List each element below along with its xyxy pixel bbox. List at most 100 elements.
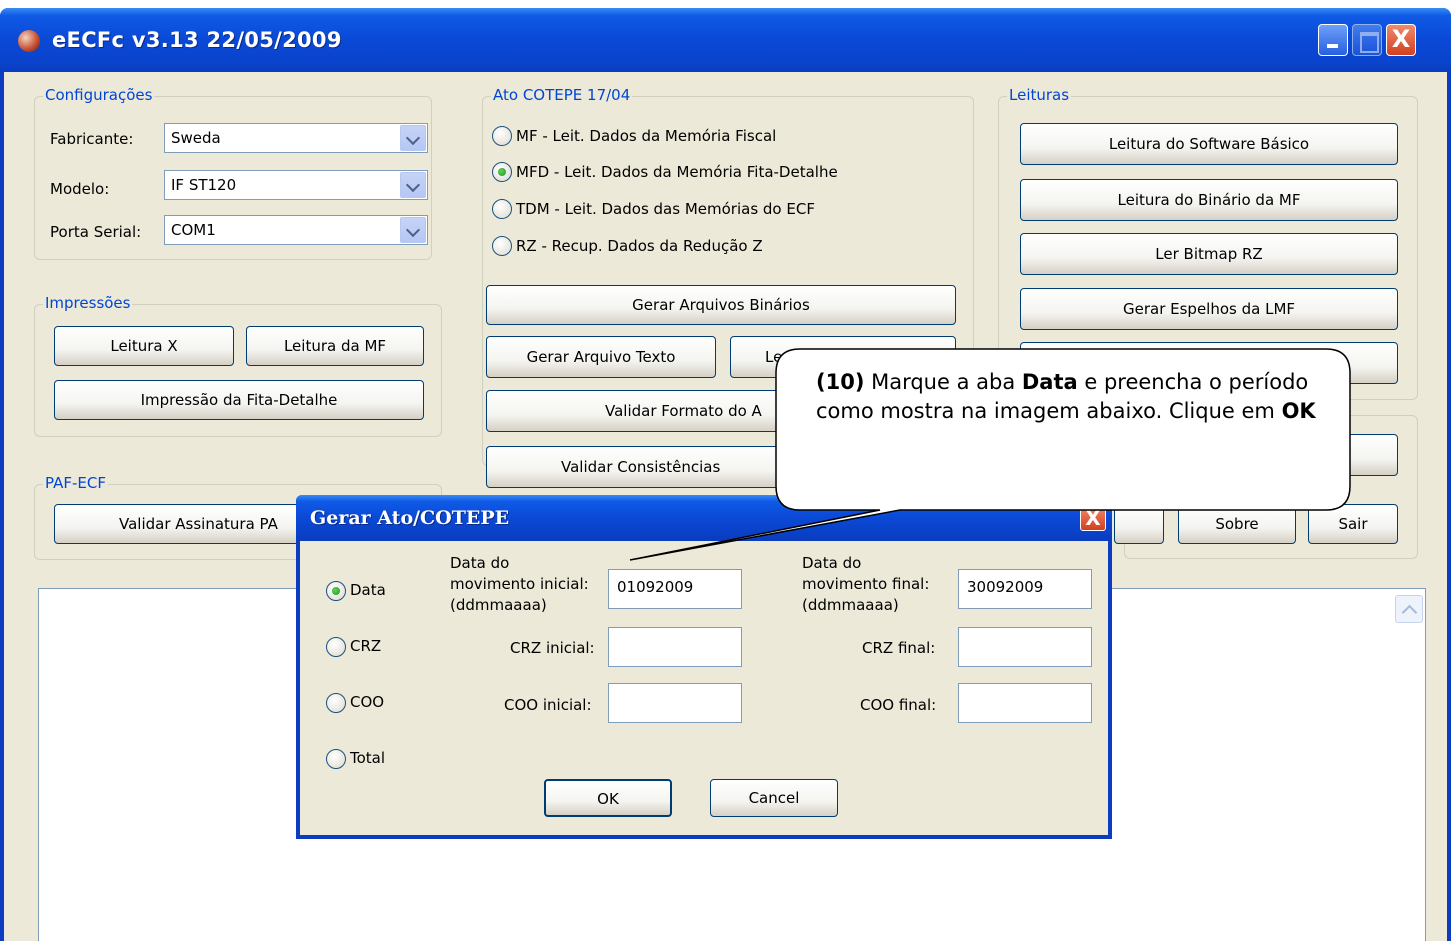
gerar-texto-label: Gerar Arquivo Texto [526, 348, 676, 366]
chevron-down-icon[interactable] [400, 125, 426, 151]
fabricante-label: Fabricante: [50, 130, 134, 148]
callout-text: (10) Marque a aba Data e preencha o perí… [816, 368, 1336, 426]
scroll-up-icon[interactable] [1395, 595, 1423, 623]
data-final-input[interactable]: 30092009 [958, 569, 1092, 609]
hidden-button[interactable] [1114, 504, 1164, 544]
utility-button[interactable] [1308, 434, 1398, 476]
maximize-button[interactable] [1352, 24, 1382, 56]
data-final-label-3: (ddmmaaaa) [802, 596, 899, 614]
gerar-ato-cotepe-dialog: Gerar Ato/COTEPE X Data CRZ COO Total Da… [296, 495, 1112, 839]
radio-mf-label: MF - Leit. Dados da Memória Fiscal [516, 127, 777, 145]
ok-button[interactable]: OK [544, 779, 672, 817]
leitura-mf-label: Leitura da MF [283, 337, 387, 355]
leitura-binario-mf-button[interactable]: Leitura do Binário da MF [1020, 179, 1398, 221]
gerar-texto-button[interactable]: Gerar Arquivo Texto [486, 336, 716, 378]
radio-crz[interactable] [326, 637, 346, 657]
leitura-binario-mf-label: Leitura do Binário da MF [1117, 191, 1301, 209]
callout-text-1: Marque a aba [864, 370, 1022, 394]
data-inicial-label-1: Data do [450, 554, 510, 572]
modelo-select[interactable]: IF ST120 [164, 170, 428, 200]
crz-final-label: CRZ final: [862, 639, 936, 657]
radio-total[interactable] [326, 749, 346, 769]
data-final-label-2: movimento final: [802, 575, 930, 593]
data-inicial-label-3: (ddmmaaaa) [450, 596, 547, 614]
callout-bold-ok: OK [1281, 399, 1316, 423]
fabricante-select[interactable]: Sweda [164, 123, 428, 153]
configuracoes-legend: Configurações [43, 86, 155, 104]
fita-detalhe-label: Impressão da Fita-Detalhe [140, 391, 338, 409]
porta-serial-select[interactable]: COM1 [164, 215, 428, 245]
callout-bold-data: Data [1021, 370, 1078, 394]
dialog-title: Gerar Ato/COTEPE [310, 507, 510, 529]
callout-step: (10) [816, 370, 865, 394]
impressoes-legend: Impressões [43, 294, 133, 312]
dialog-body: Data CRZ COO Total Data do movimento ini… [300, 541, 1108, 835]
ato-cotepe-legend: Ato COTEPE 17/04 [491, 86, 633, 104]
radio-mfd[interactable] [492, 162, 512, 182]
gerar-binarios-button[interactable]: Gerar Arquivos Binários [486, 285, 956, 325]
radio-data-label: Data [350, 581, 386, 599]
coo-final-input[interactable] [958, 683, 1092, 723]
modelo-label: Modelo: [50, 180, 110, 198]
window-title: eECFc v3.13 22/05/2009 [52, 28, 342, 52]
radio-rz[interactable] [492, 236, 512, 256]
radio-rz-label: RZ - Recup. Dados da Redução Z [516, 237, 763, 255]
validar-consistencias-label: Validar Consistências [561, 458, 721, 476]
fabricante-value: Sweda [171, 129, 221, 147]
coo-inicial-input[interactable] [608, 683, 742, 723]
crz-final-input[interactable] [958, 627, 1092, 667]
sair-label: Sair [1338, 515, 1368, 533]
data-inicial-input[interactable]: 01092009 [608, 569, 742, 609]
dialog-close-button[interactable]: X [1080, 505, 1106, 531]
radio-data[interactable] [326, 581, 346, 601]
leitura-software-basico-label: Leitura do Software Básico [1108, 135, 1310, 153]
dialog-title-bar[interactable]: Gerar Ato/COTEPE X [296, 495, 1112, 541]
ler-bitmap-rz-label: Ler Bitmap RZ [1155, 245, 1263, 263]
validar-consistencias-button[interactable]: Validar Consistências [486, 446, 786, 488]
leitura-software-basico-button[interactable]: Leitura do Software Básico [1020, 123, 1398, 165]
data-final-label-1: Data do [802, 554, 862, 572]
ler-bitmap-rz-button[interactable]: Ler Bitmap RZ [1020, 233, 1398, 275]
crz-inicial-label: CRZ inicial: [510, 639, 595, 657]
cancel-button[interactable]: Cancel [710, 779, 838, 817]
chevron-down-icon[interactable] [400, 217, 426, 243]
sair-button[interactable]: Sair [1308, 504, 1398, 544]
leituras-legend: Leituras [1007, 86, 1072, 104]
modelo-value: IF ST120 [171, 176, 237, 194]
gerar-espelhos-lmf-button[interactable]: Gerar Espelhos da LMF [1020, 288, 1398, 330]
radio-tdm[interactable] [492, 199, 512, 219]
leitura-x-button[interactable]: Leitura X [54, 326, 234, 366]
close-button[interactable]: X [1386, 24, 1416, 56]
gerar-binarios-label: Gerar Arquivos Binários [632, 296, 810, 314]
porta-serial-value: COM1 [171, 221, 216, 239]
paf-ecf-legend: PAF-ECF [43, 474, 108, 492]
crz-inicial-input[interactable] [608, 627, 742, 667]
radio-coo[interactable] [326, 693, 346, 713]
coo-inicial-label: COO inicial: [504, 696, 592, 714]
title-bar[interactable]: eECFc v3.13 22/05/2009 X [0, 8, 1451, 72]
minimize-button[interactable] [1318, 24, 1348, 56]
coo-final-label: COO final: [860, 696, 937, 714]
chevron-down-icon[interactable] [400, 172, 426, 198]
cancel-label: Cancel [748, 789, 800, 807]
close-icon: X [1391, 25, 1411, 53]
leitura-mf-button[interactable]: Leitura da MF [246, 326, 424, 366]
close-icon: X [1085, 506, 1101, 530]
sobre-label: Sobre [1215, 515, 1259, 533]
radio-total-label: Total [350, 749, 386, 767]
radio-mfd-label: MFD - Leit. Dados da Memória Fita-Detalh… [516, 163, 838, 181]
leitura-x-label: Leitura X [110, 337, 178, 355]
radio-mf[interactable] [492, 126, 512, 146]
radio-tdm-label: TDM - Leit. Dados das Memórias do ECF [516, 200, 815, 218]
data-inicial-value: 01092009 [617, 578, 694, 596]
radio-coo-label: COO [350, 693, 385, 711]
sobre-button[interactable]: Sobre [1178, 504, 1296, 544]
porta-serial-label: Porta Serial: [50, 223, 142, 241]
app-icon [18, 30, 40, 52]
data-inicial-label-2: movimento inicial: [450, 575, 589, 593]
ok-label: OK [597, 790, 619, 808]
radio-crz-label: CRZ [350, 637, 382, 655]
fita-detalhe-button[interactable]: Impressão da Fita-Detalhe [54, 380, 424, 420]
gerar-espelhos-lmf-label: Gerar Espelhos da LMF [1122, 300, 1296, 318]
data-final-value: 30092009 [967, 578, 1044, 596]
